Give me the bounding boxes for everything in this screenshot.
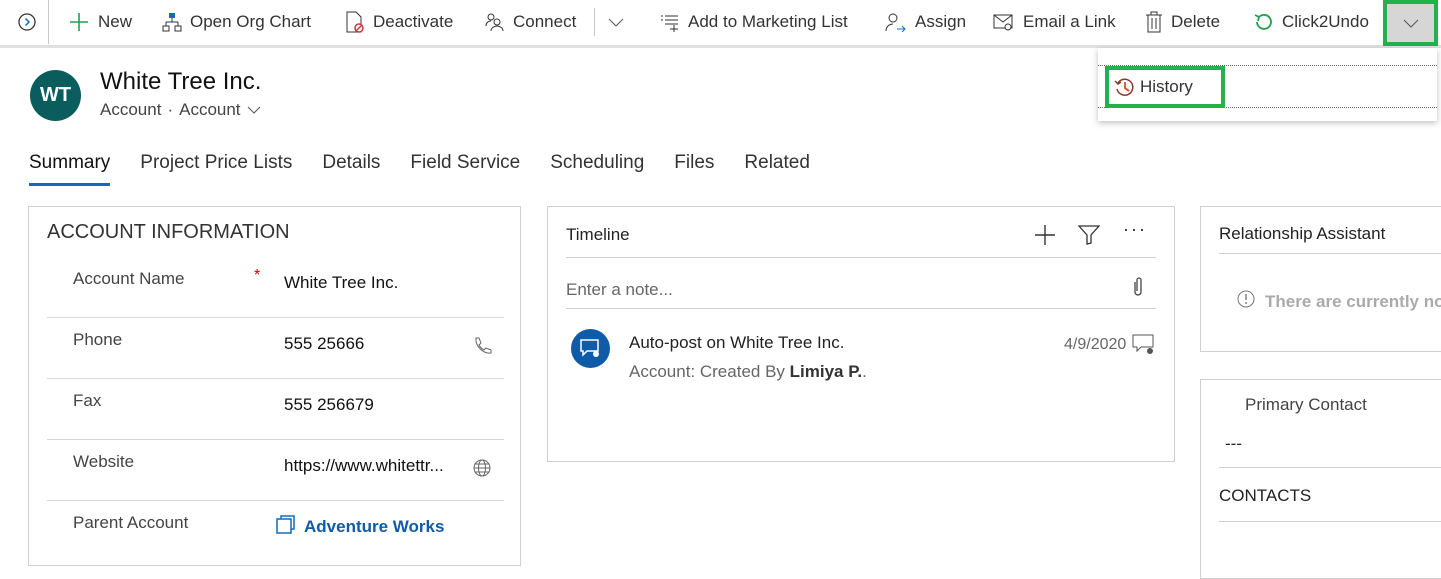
more-commands-menu: History [1098,48,1437,121]
chevron-down-icon [1403,19,1418,28]
field-label: Website [73,452,135,471]
tab-related[interactable]: Related [744,152,810,182]
tab-scheduling[interactable]: Scheduling [550,152,644,182]
field-fax: Fax 555 256679 [47,379,504,440]
contacts-section: Primary Contact --- CONTACTS [1200,379,1441,579]
connect-icon [485,13,504,32]
click2undo-button[interactable]: Click2Undo [1254,0,1369,44]
relationship-assistant-section: Relationship Assistant There are current… [1200,206,1441,352]
assign-button[interactable]: Assign [885,0,966,44]
chevron-down-icon [608,18,624,27]
org-chart-icon [162,13,182,32]
info-icon [1237,290,1255,308]
relationship-title: Relationship Assistant [1219,224,1386,243]
timeline-section: Timeline ··· Enter a note... Auto-post o… [547,206,1175,462]
phone-input[interactable]: 555 25666 [284,334,364,354]
form-selector[interactable]: Account [179,100,240,120]
tab-details[interactable]: Details [322,152,380,182]
undo-icon [1254,14,1272,30]
plus-icon[interactable] [1034,224,1056,246]
history-icon [1114,78,1134,96]
collapse-nav-button[interactable] [17,0,37,44]
filter-icon[interactable] [1078,224,1100,246]
connect-label: Connect [513,12,577,31]
website-input[interactable]: https://www.whitettr... [284,456,444,476]
globe-icon[interactable] [472,458,492,478]
record-subtitle: Account · Account [100,100,261,120]
relationship-empty-message: There are currently no [1265,292,1441,311]
post-desc-text: Account: Created By [629,362,785,381]
field-account-name: Account Name * White Tree Inc. [47,257,504,318]
add-list-icon [661,15,678,32]
tab-field-service[interactable]: Field Service [410,152,520,182]
deactivate-label: Deactivate [373,12,454,31]
post-avatar [571,329,610,368]
avatar: WT [30,70,81,121]
chevron-down-icon[interactable] [247,106,261,114]
more-options-icon[interactable]: ··· [1123,219,1147,240]
plus-icon [70,13,88,31]
click2undo-label: Click2Undo [1282,12,1369,31]
deactivate-icon [346,11,364,33]
attachment-icon[interactable] [1131,276,1145,298]
trash-icon [1146,11,1162,33]
delete-button[interactable]: Delete [1145,0,1220,44]
post-type-icon [1132,334,1154,354]
deactivate-button[interactable]: Deactivate [345,0,453,44]
menu-item-history[interactable]: History [1105,66,1225,108]
section-title: ACCOUNT INFORMATION [47,221,290,243]
primary-contact-value[interactable]: --- [1225,434,1242,454]
timeline-title: Timeline [566,225,630,244]
field-website: Website https://www.whitettr... [47,440,504,501]
more-commands-button[interactable] [1383,0,1438,46]
post-date: 4/9/2020 [1064,336,1127,353]
command-bar: New Open Org Chart Deactivate Connect Ad… [0,0,1441,48]
assign-label: Assign [915,12,967,31]
add-to-marketing-list-button[interactable]: Add to Marketing List [660,0,848,44]
tab-list: Summary Project Price Lists Details Fiel… [29,152,840,186]
field-label: Parent Account [73,513,189,532]
field-label: Fax [73,391,102,410]
account-lookup-icon [276,515,295,534]
parent-account-link[interactable]: Adventure Works [304,517,444,537]
note-input[interactable]: Enter a note... [566,280,673,300]
tab-summary[interactable]: Summary [29,152,111,186]
email-link-icon [993,14,1013,31]
open-org-chart-label: Open Org Chart [190,12,311,31]
field-phone: Phone 555 25666 [47,318,504,379]
tab-project-price-lists[interactable]: Project Price Lists [140,152,292,182]
account-information-section: ACCOUNT INFORMATION Account Name * White… [28,206,521,566]
delete-label: Delete [1171,12,1221,31]
field-label: Account Name [73,269,185,288]
field-label: Phone [73,330,123,349]
auto-post-icon [580,339,599,357]
contacts-title: CONTACTS [1219,486,1312,505]
connect-button[interactable]: Connect [485,0,576,44]
post-author: Limiya P. [789,362,863,381]
new-label: New [98,12,133,31]
chevron-circle-icon [18,13,36,31]
new-button[interactable]: New [68,0,132,44]
tab-files[interactable]: Files [674,152,714,182]
fax-input[interactable]: 555 256679 [284,395,374,415]
email-a-link-label: Email a Link [1023,12,1116,31]
add-to-marketing-list-label: Add to Marketing List [688,12,848,31]
entity-name: Account [100,100,162,119]
field-parent-account: Parent Account Adventure Works [47,501,504,562]
email-a-link-button[interactable]: Email a Link [993,0,1116,44]
record-title: White Tree Inc. [100,68,262,95]
open-org-chart-button[interactable]: Open Org Chart [162,0,311,44]
post-title[interactable]: Auto-post on White Tree Inc. [629,333,844,353]
required-marker: * [254,267,261,284]
connect-dropdown-button[interactable] [608,0,624,44]
phone-icon[interactable] [472,336,492,356]
account-name-input[interactable]: White Tree Inc. [284,273,398,293]
assign-icon [885,13,906,32]
post-description: Account: Created By Limiya P.. [629,362,867,381]
history-label: History [1140,77,1193,96]
primary-contact-label: Primary Contact [1245,395,1367,414]
